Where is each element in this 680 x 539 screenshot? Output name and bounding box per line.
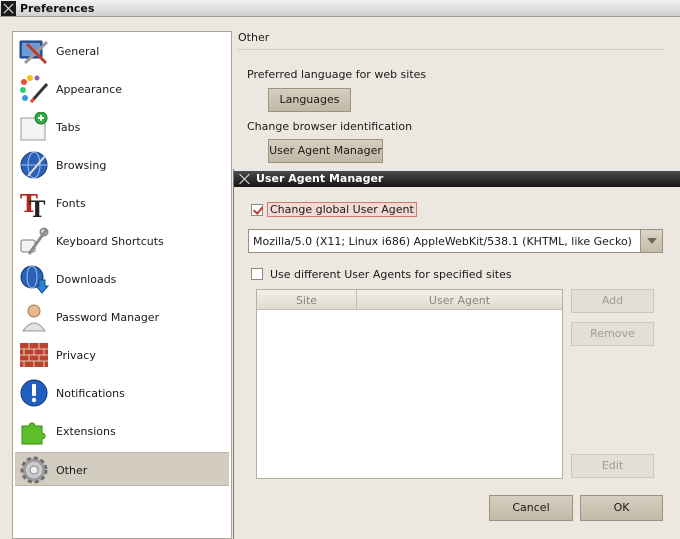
sidebar-item-tabs[interactable]: Tabs	[15, 110, 229, 144]
svg-text:T: T	[29, 197, 46, 218]
change-global-label[interactable]: Change global User Agent	[267, 202, 417, 217]
keyboard-shortcuts-icon	[20, 227, 49, 255]
languages-button[interactable]: Languages	[268, 88, 351, 112]
use-different-checkbox[interactable]	[251, 268, 263, 280]
sidebar-item-label: Password Manager	[56, 311, 160, 324]
sidebar-item-extensions[interactable]: Extensions	[15, 414, 229, 448]
fonts-icon: T T	[20, 189, 46, 218]
section-title: Other	[238, 31, 270, 44]
language-label: Preferred language for web sites	[247, 68, 427, 81]
sidebar-item-password-manager[interactable]: Password Manager	[15, 300, 229, 334]
edit-button[interactable]: Edit	[571, 454, 654, 478]
privacy-icon	[20, 343, 48, 367]
password-manager-icon	[22, 304, 46, 332]
user-agent-combobox[interactable]: Mozilla/5.0 (X11; Linux i686) AppleWebKi…	[248, 229, 663, 253]
chevron-down-icon[interactable]	[640, 230, 662, 252]
sidebar: General Appearance Tabs Browsing T T Fon…	[12, 31, 232, 539]
sidebar-item-keyboard-shortcuts[interactable]: Keyboard Shortcuts	[15, 224, 229, 258]
other-icon	[20, 456, 48, 484]
sidebar-item-label: Appearance	[56, 83, 123, 96]
use-different-label[interactable]: Use different User Agents for specified …	[270, 268, 512, 281]
notifications-icon	[20, 379, 48, 407]
sidebar-item-appearance[interactable]: Appearance	[15, 72, 229, 106]
sidebar-item-label: Keyboard Shortcuts	[56, 235, 164, 248]
sidebar-item-label: Other	[56, 464, 88, 477]
extensions-icon	[21, 422, 46, 445]
column-header-user-agent[interactable]: User Agent	[357, 294, 562, 307]
downloads-icon	[20, 265, 49, 294]
appearance-icon	[20, 75, 49, 104]
user-agent-manager-button[interactable]: User Agent Manager	[268, 139, 383, 163]
sidebar-item-label: Extensions	[56, 425, 116, 438]
site-user-agent-table[interactable]: Site User Agent	[256, 289, 563, 479]
window-title: Preferences	[20, 2, 95, 15]
divider	[238, 49, 664, 50]
sidebar-item-general[interactable]: General	[15, 34, 229, 68]
sidebar-item-downloads[interactable]: Downloads	[15, 262, 229, 296]
remove-button[interactable]: Remove	[571, 322, 654, 346]
sidebar-item-label: Fonts	[56, 197, 86, 210]
ok-button[interactable]: OK	[580, 495, 663, 521]
dialog-title-bar: User Agent Manager	[234, 169, 680, 187]
sidebar-item-label: Browsing	[56, 159, 107, 172]
user-agent-value: Mozilla/5.0 (X11; Linux i686) AppleWebKi…	[253, 235, 633, 248]
table-header: Site User Agent	[257, 290, 562, 310]
preferences-window: General Appearance Tabs Browsing T T Fon…	[0, 17, 680, 539]
sidebar-item-notifications[interactable]: Notifications	[15, 376, 229, 410]
sidebar-item-browsing[interactable]: Browsing	[15, 148, 229, 182]
general-icon	[19, 40, 49, 65]
user-agent-manager-dialog: User Agent Manager Change global User Ag…	[233, 169, 680, 539]
change-global-checkbox[interactable]	[251, 204, 263, 216]
close-icon[interactable]	[237, 172, 251, 186]
identification-label: Change browser identification	[247, 120, 413, 133]
title-bar: Preferences	[0, 0, 680, 17]
add-button[interactable]: Add	[571, 289, 654, 313]
browsing-icon	[20, 151, 48, 179]
dialog-title: User Agent Manager	[256, 172, 384, 185]
close-icon[interactable]	[1, 1, 16, 16]
sidebar-item-fonts[interactable]: T T Fonts	[15, 186, 229, 220]
sidebar-item-label: Downloads	[56, 273, 117, 286]
sidebar-item-privacy[interactable]: Privacy	[15, 338, 229, 372]
tabs-icon	[20, 112, 48, 141]
column-header-site[interactable]: Site	[257, 294, 356, 307]
sidebar-item-label: Tabs	[56, 121, 81, 134]
sidebar-item-label: Notifications	[56, 387, 125, 400]
sidebar-item-label: Privacy	[56, 349, 96, 362]
cancel-button[interactable]: Cancel	[489, 495, 573, 521]
sidebar-item-label: General	[56, 45, 100, 58]
sidebar-item-other[interactable]: Other	[15, 452, 229, 486]
